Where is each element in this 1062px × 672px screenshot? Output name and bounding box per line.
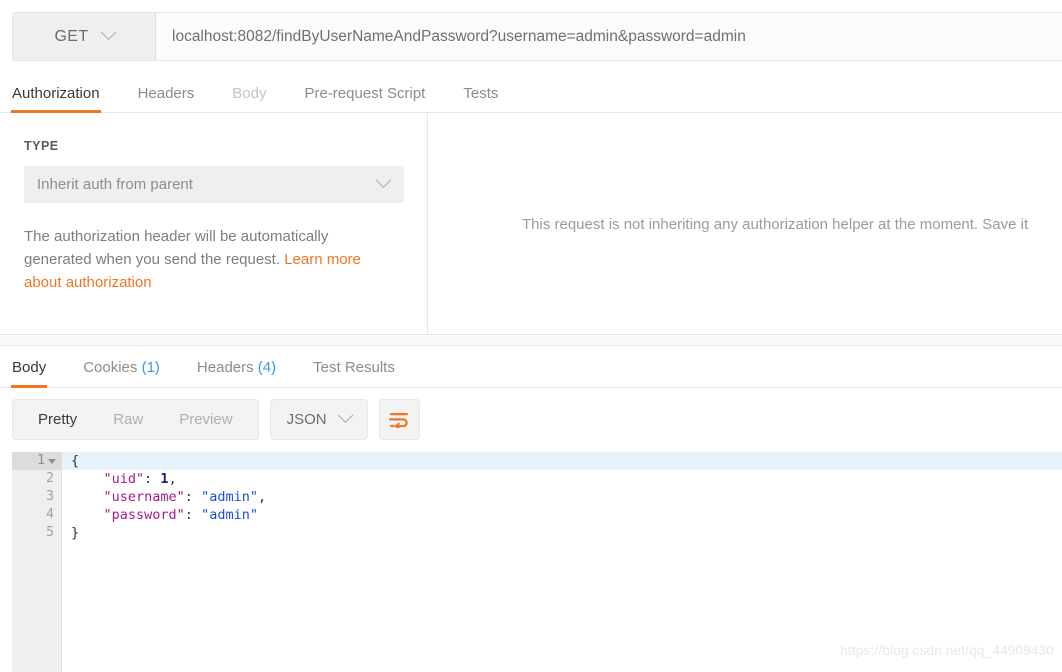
response-tab-cookies-label: Cookies <box>83 359 138 376</box>
json-punctuation <box>71 471 104 487</box>
watermark: https://blog.csdn.net/qq_44909430 <box>840 643 1054 658</box>
response-tab-headers-count: (4) <box>257 359 277 376</box>
auth-help-text: The authorization header will be automat… <box>24 225 380 294</box>
line-number: 2 <box>46 471 54 486</box>
json-number-value: 1 <box>160 471 169 487</box>
word-wrap-icon <box>389 412 409 428</box>
http-method-dropdown[interactable]: GET <box>13 13 156 60</box>
line-number: 4 <box>46 507 54 522</box>
view-mode-raw[interactable]: Raw <box>95 411 161 428</box>
json-key: "password" <box>103 507 185 523</box>
authorization-right-pane: This request is not inheriting any autho… <box>429 113 1062 335</box>
json-punctuation: { <box>71 453 80 469</box>
chevron-down-icon <box>100 24 116 41</box>
view-mode-pretty[interactable]: Pretty <box>20 411 95 428</box>
word-wrap-button[interactable] <box>378 399 420 440</box>
postman-window: GET localhost:8082/findByUserNameAndPass… <box>0 0 1062 672</box>
panel-splitter[interactable] <box>0 336 1062 346</box>
response-tabs: Body Cookies (1) Headers (4) Test Result… <box>0 346 1062 388</box>
url-input[interactable]: localhost:8082/findByUserNameAndPassword… <box>156 13 1062 60</box>
view-mode-preview[interactable]: Preview <box>161 411 250 428</box>
http-method-label: GET <box>54 27 89 45</box>
chevron-down-icon <box>337 407 353 424</box>
auth-type-select[interactable]: Inherit auth from parent <box>24 166 404 203</box>
auth-type-label: TYPE <box>24 139 59 153</box>
json-punctuation: : <box>184 507 202 523</box>
json-string-value: "admin" <box>201 507 258 523</box>
tab-tests[interactable]: Tests <box>463 85 498 112</box>
response-format-value: JSON <box>286 411 327 428</box>
json-punctuation: } <box>71 525 80 541</box>
code-line: "username": "admin", <box>62 488 1062 506</box>
json-punctuation: : <box>184 489 202 505</box>
response-tab-headers-label: Headers <box>196 359 254 376</box>
line-number: 5 <box>46 525 54 540</box>
response-tab-test-results[interactable]: Test Results <box>313 359 395 387</box>
json-punctuation: : <box>144 471 161 487</box>
json-key: "uid" <box>103 471 145 487</box>
response-tab-test-results-label: Test Results <box>313 359 395 376</box>
response-body-editor[interactable]: 1 2 3 4 5 { "uid": 1, "username": "admin… <box>12 452 1062 672</box>
response-format-toolbar: Pretty Raw Preview JSON <box>12 399 420 440</box>
response-format-select[interactable]: JSON <box>269 399 368 440</box>
fold-triangle-icon[interactable] <box>48 459 56 464</box>
response-tab-cookies-count: (1) <box>141 359 160 376</box>
request-url-bar: GET localhost:8082/findByUserNameAndPass… <box>12 12 1062 61</box>
json-string-value: "admin" <box>201 489 258 505</box>
response-tab-body[interactable]: Body <box>10 359 48 388</box>
json-punctuation <box>71 507 104 523</box>
line-number[interactable]: 1 <box>12 452 61 470</box>
line-number-text: 1 <box>37 453 45 468</box>
json-punctuation <box>71 489 104 505</box>
view-mode-segmented-control: Pretty Raw Preview <box>12 399 259 440</box>
code-line: "password": "admin" <box>62 506 1062 524</box>
json-code-content[interactable]: { "uid": 1, "username": "admin", "passwo… <box>62 452 1062 542</box>
line-number: 3 <box>46 489 54 504</box>
chevron-down-icon <box>375 172 392 189</box>
auth-type-value: Inherit auth from parent <box>37 176 193 193</box>
authorization-panel: TYPE Inherit auth from parent The author… <box>0 113 1062 335</box>
json-key: "username" <box>103 489 185 505</box>
response-tab-body-label: Body <box>12 359 47 376</box>
code-line: } <box>62 524 1062 542</box>
json-punctuation: , <box>257 489 267 505</box>
auth-help-sentence: The authorization header will be automat… <box>24 228 329 268</box>
tab-headers[interactable]: Headers <box>138 85 195 112</box>
code-line: { <box>62 452 1062 470</box>
tab-authorization[interactable]: Authorization <box>11 85 101 113</box>
authorization-left-pane: TYPE Inherit auth from parent The author… <box>0 113 428 335</box>
request-tabs: Authorization Headers Body Pre-request S… <box>0 73 1062 113</box>
code-line: "uid": 1, <box>62 470 1062 488</box>
tab-pre-request-script[interactable]: Pre-request Script <box>304 85 425 112</box>
line-number-gutter: 1 2 3 4 5 <box>12 452 62 672</box>
json-punctuation: , <box>168 471 177 487</box>
auth-inherit-message: This request is not inheriting any autho… <box>522 215 1029 233</box>
tab-body[interactable]: Body <box>232 85 266 112</box>
response-tab-cookies[interactable]: Cookies (1) <box>83 359 160 387</box>
response-tab-headers[interactable]: Headers (4) <box>197 359 276 387</box>
